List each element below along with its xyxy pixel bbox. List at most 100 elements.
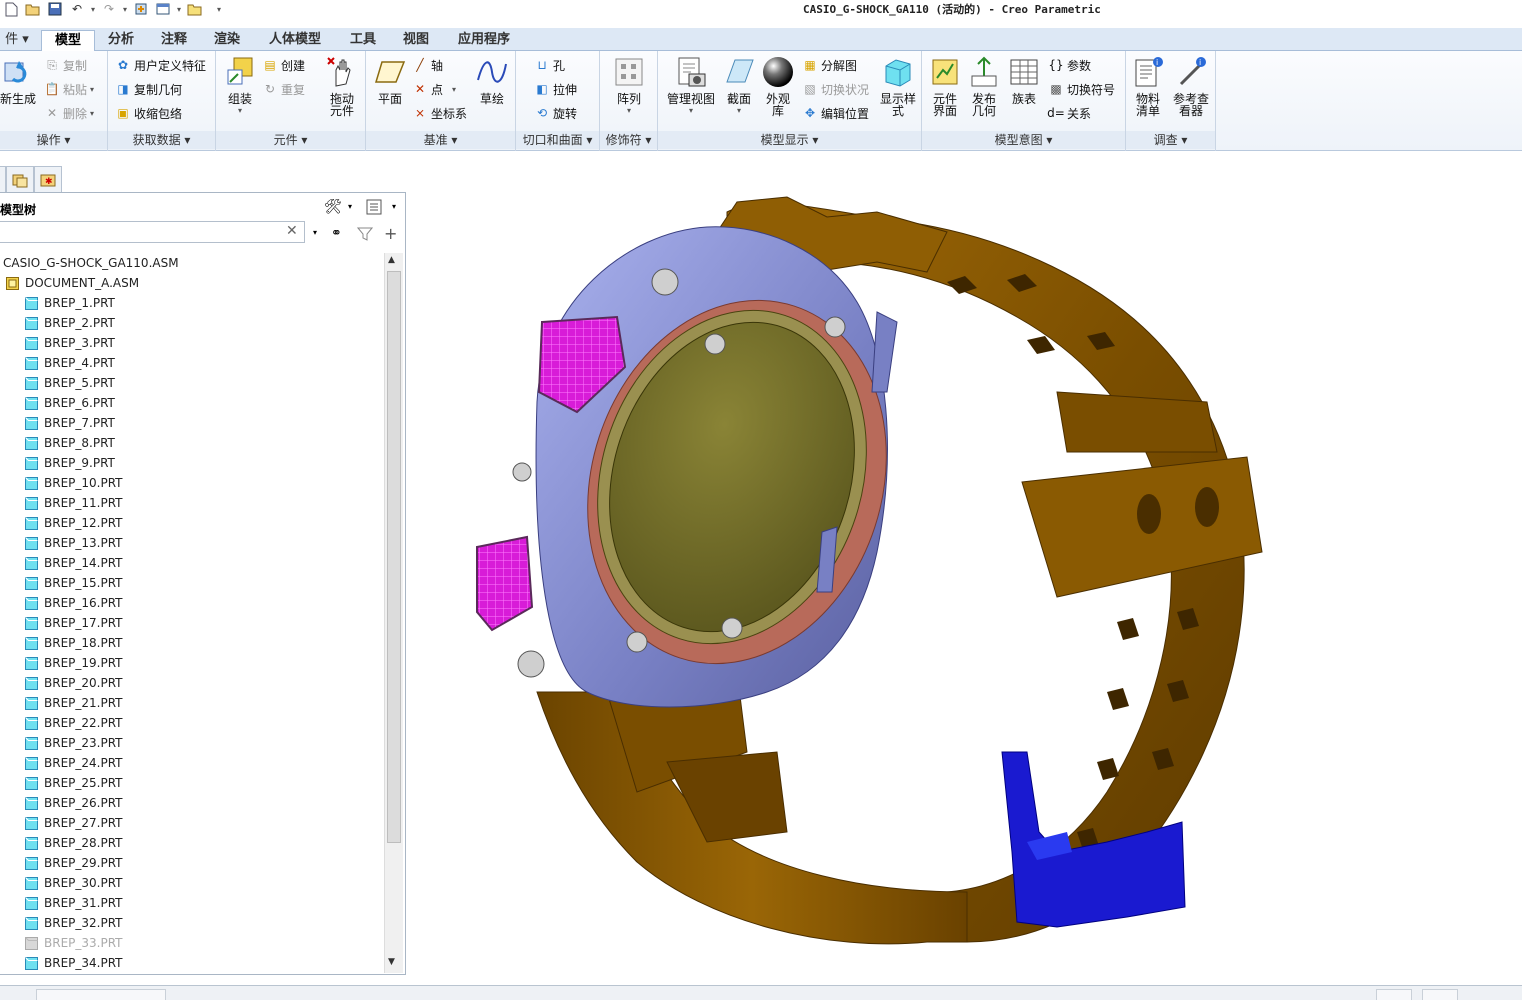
csys-button[interactable]: ⨯ 坐标系 xyxy=(412,103,467,123)
extrude-button[interactable]: ◧ 拉伸 xyxy=(534,79,577,99)
window-dropdown-icon[interactable]: ▾ xyxy=(174,5,184,14)
paste-button[interactable]: 📋 粘贴 ▾ xyxy=(44,79,97,99)
open-icon[interactable] xyxy=(22,0,44,18)
tree-root-item[interactable]: CASIO_G-SHOCK_GA110.ASM xyxy=(3,253,179,273)
explode-view-button[interactable]: ▦ 分解图 xyxy=(802,55,857,75)
tab-annotate[interactable]: 注释 xyxy=(151,30,197,51)
tree-part-item[interactable]: BREP_8.PRT xyxy=(25,433,115,453)
create-button[interactable]: ▤ 创建 xyxy=(262,55,305,75)
tab-model[interactable]: 模型 xyxy=(41,30,95,51)
tree-part-item[interactable]: BREP_6.PRT xyxy=(25,393,115,413)
scroll-thumb[interactable] xyxy=(387,271,401,843)
tree-part-item[interactable]: BREP_13.PRT xyxy=(25,533,123,553)
folder-browser-tab[interactable] xyxy=(6,166,34,192)
edit-position-button[interactable]: ✥ 编辑位置 xyxy=(802,103,869,123)
tree-scrollbar[interactable]: ▲ ▼ xyxy=(384,253,403,973)
redo-icon[interactable]: ↷ xyxy=(98,0,120,18)
tree-part-item[interactable]: BREP_15.PRT xyxy=(25,573,123,593)
assemble-button[interactable]: 组装 ▾ xyxy=(220,55,260,117)
repeat-button[interactable]: ↻ 重复 xyxy=(262,79,305,99)
tab-analysis[interactable]: 分析 xyxy=(98,30,144,51)
redo-dropdown-icon[interactable]: ▾ xyxy=(120,5,130,14)
tree-show-icon[interactable] xyxy=(366,199,382,218)
tree-part-item[interactable]: BREP_24.PRT xyxy=(25,753,123,773)
favorites-tab[interactable]: ✱ xyxy=(34,166,62,192)
group-cut-surface-label[interactable]: 切口和曲面 ▾ xyxy=(516,131,599,149)
publish-geometry-button[interactable]: 发布 几何 xyxy=(964,55,1004,117)
tree-part-item[interactable]: BREP_14.PRT xyxy=(25,553,123,573)
new-icon[interactable] xyxy=(0,0,22,18)
relations-button[interactable]: d= 关系 xyxy=(1047,103,1091,123)
graphics-window[interactable] xyxy=(407,152,1522,985)
window-icon[interactable] xyxy=(152,0,174,18)
tree-part-item[interactable]: BREP_29.PRT xyxy=(25,853,123,873)
tab-tools[interactable]: 工具 xyxy=(340,30,386,51)
tree-part-item[interactable]: BREP_32.PRT xyxy=(25,913,123,933)
tree-part-item[interactable]: BREP_28.PRT xyxy=(25,833,123,853)
sketch-button[interactable]: 草绘 xyxy=(472,55,512,105)
tree-part-item[interactable]: BREP_27.PRT xyxy=(25,813,123,833)
tree-part-item[interactable]: BREP_23.PRT xyxy=(25,733,123,753)
hole-button[interactable]: ⊔ 孔 xyxy=(534,55,565,75)
tree-part-item[interactable]: BREP_19.PRT xyxy=(25,653,123,673)
undo-dropdown-icon[interactable]: ▾ xyxy=(88,5,98,14)
tree-part-item[interactable]: BREP_26.PRT xyxy=(25,793,123,813)
tree-part-item[interactable]: BREP_18.PRT xyxy=(25,633,123,653)
tree-part-item[interactable]: BREP_22.PRT xyxy=(25,713,123,733)
tree-part-item[interactable]: BREP_9.PRT xyxy=(25,453,115,473)
scroll-up-icon[interactable]: ▲ xyxy=(388,255,395,265)
group-datum-label[interactable]: 基准 ▾ xyxy=(366,131,515,149)
reference-viewer-button[interactable]: i 参考查 看器 xyxy=(1168,55,1214,117)
tree-part-item[interactable]: BREP_33.PRT xyxy=(25,933,123,953)
tree-part-item[interactable]: BREP_11.PRT xyxy=(25,493,123,513)
regenerate-button[interactable]: 新生成 xyxy=(0,55,36,105)
section-button[interactable]: 截面 ▾ xyxy=(720,55,758,117)
find-binoculars-icon[interactable]: ⚭ xyxy=(331,226,342,241)
tree-part-item[interactable]: BREP_10.PRT xyxy=(25,473,123,493)
group-model-intent-label[interactable]: 模型意图 ▾ xyxy=(922,131,1125,149)
tree-sub-assembly-item[interactable]: DOCUMENT_A.ASM xyxy=(6,273,139,293)
save-icon[interactable] xyxy=(44,0,66,18)
display-style-button[interactable]: 显示样 式 xyxy=(876,55,920,117)
drag-components-button[interactable]: 拖动 元件 xyxy=(322,55,362,117)
filter-icon[interactable] xyxy=(356,226,374,245)
axis-button[interactable]: ╱ 轴 xyxy=(412,55,443,75)
tree-part-item[interactable]: BREP_1.PRT xyxy=(25,293,115,313)
toggle-status-button[interactable]: ▧ 切换状况 xyxy=(802,79,869,99)
search-dropdown-icon[interactable]: ▾ xyxy=(313,228,317,237)
group-component-label[interactable]: 元件 ▾ xyxy=(216,131,365,149)
component-interface-button[interactable]: 元件 界面 xyxy=(924,55,966,117)
tab-render[interactable]: 渲染 xyxy=(204,30,250,51)
family-table-button[interactable]: 族表 xyxy=(1004,55,1044,105)
copy-button[interactable]: ⎘ 复制 xyxy=(44,55,87,75)
tree-part-item[interactable]: BREP_30.PRT xyxy=(25,873,123,893)
parameters-button[interactable]: {} 参数 xyxy=(1048,55,1091,75)
appearance-gallery-button[interactable]: 外观 库 xyxy=(758,55,798,117)
tab-manikin[interactable]: 人体模型 xyxy=(257,30,333,51)
group-modifiers-label[interactable]: 修饰符 ▾ xyxy=(600,131,657,149)
tab-view[interactable]: 视图 xyxy=(393,30,439,51)
close-icon[interactable] xyxy=(184,0,206,18)
tree-settings-dropdown-icon[interactable]: ▾ xyxy=(348,202,352,211)
tree-part-item[interactable]: BREP_17.PRT xyxy=(25,613,123,633)
group-operations-label[interactable]: 操作 ▾ xyxy=(0,131,107,149)
customize-icon[interactable]: ▾ xyxy=(214,5,224,14)
regenerate-icon[interactable] xyxy=(130,0,152,18)
tree-part-item[interactable]: BREP_16.PRT xyxy=(25,593,123,613)
plane-button[interactable]: 平面 xyxy=(370,55,410,105)
pattern-button[interactable]: 阵列 ▾ xyxy=(608,55,650,117)
tree-part-item[interactable]: BREP_3.PRT xyxy=(25,333,115,353)
add-column-icon[interactable]: + xyxy=(384,224,397,243)
tree-part-item[interactable]: BREP_31.PRT xyxy=(25,893,123,913)
tab-file[interactable]: 件 ▾ xyxy=(0,30,34,51)
tree-part-item[interactable]: BREP_7.PRT xyxy=(25,413,115,433)
group-get-data-label[interactable]: 获取数据 ▾ xyxy=(108,131,215,149)
clear-search-icon[interactable]: ✕ xyxy=(286,223,298,239)
copy-geometry-button[interactable]: ◨ 复制几何 xyxy=(115,79,182,99)
tree-part-item[interactable]: BREP_2.PRT xyxy=(25,313,115,333)
tree-part-item[interactable]: BREP_4.PRT xyxy=(25,353,115,373)
tree-part-item[interactable]: BREP_34.PRT xyxy=(25,953,123,973)
tree-part-item[interactable]: BREP_12.PRT xyxy=(25,513,123,533)
group-investigate-label[interactable]: 调查 ▾ xyxy=(1126,131,1215,149)
tree-part-item[interactable]: BREP_5.PRT xyxy=(25,373,115,393)
